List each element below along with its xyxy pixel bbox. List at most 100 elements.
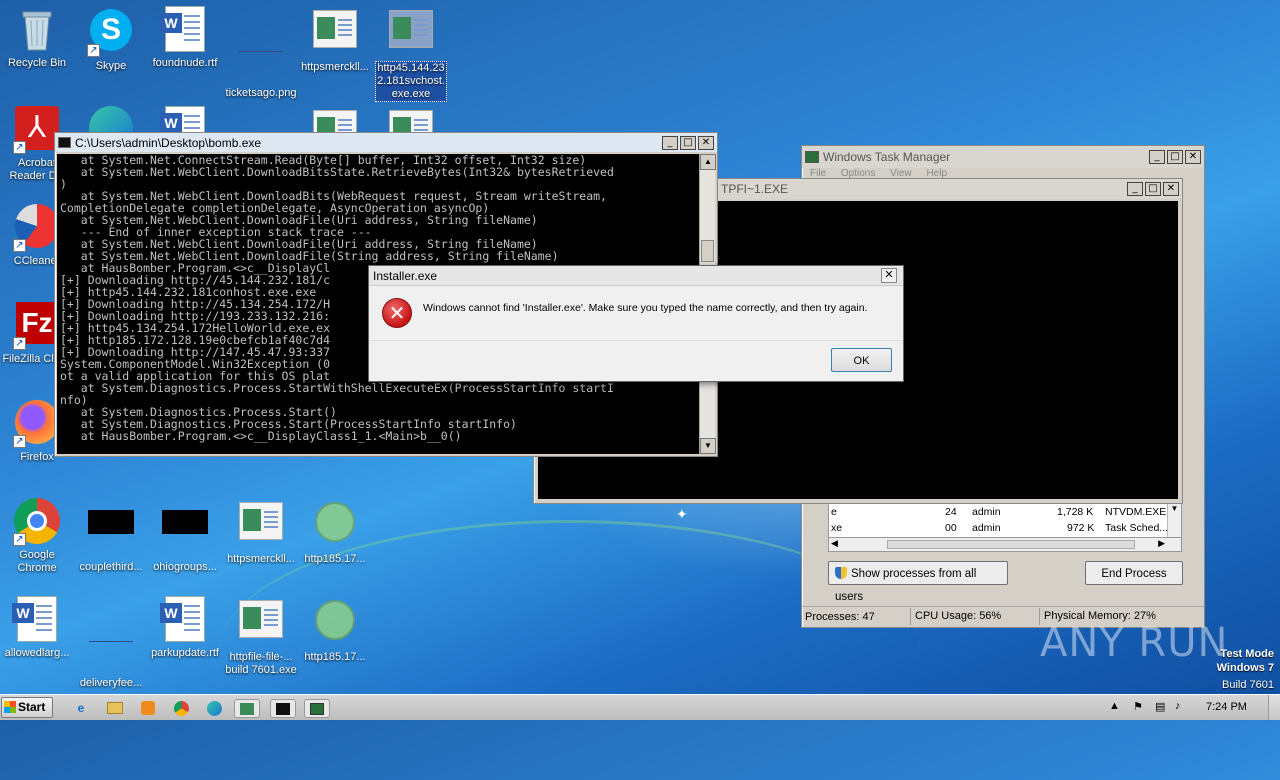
desktop-icon-label: Google Chrome xyxy=(17,549,57,574)
desktop-icon-couplethird[interactable]: couplethird... xyxy=(74,498,148,574)
minimize-button[interactable]: _ xyxy=(1149,150,1165,164)
volume-icon[interactable]: ♪ xyxy=(1175,700,1181,712)
close-icon[interactable]: ✕ xyxy=(881,268,897,283)
recycle-bin-icon xyxy=(13,6,61,54)
desktop-icon-chrome[interactable]: ↗ Google Chrome xyxy=(0,498,74,575)
desktop-icon-skype[interactable]: S ↗ Skype xyxy=(74,6,148,73)
show-all-processes-button[interactable]: Show processes from all users xyxy=(828,561,1008,603)
table-row[interactable]: e 24 admin 1,728 K NTVDM.EXE xyxy=(829,504,1181,520)
error-dialog-title: Installer.exe xyxy=(373,269,438,283)
horizontal-scrollbar[interactable]: ◀ ▶ xyxy=(828,537,1182,552)
desktop-icon-allowedlarg[interactable]: W allowedlarg... xyxy=(0,596,74,660)
action-center-icon[interactable]: ⚑ xyxy=(1133,700,1143,713)
desktop-icon-label: httpsmerckll... xyxy=(227,553,295,565)
start-label: Start xyxy=(18,700,46,714)
minimize-button[interactable]: _ xyxy=(662,135,678,150)
executable-icon xyxy=(237,502,285,550)
ok-button-label: OK xyxy=(853,355,870,367)
file-explorer-icon[interactable] xyxy=(104,699,126,718)
desktop-icon-recycle-bin[interactable]: Recycle Bin xyxy=(0,6,74,70)
table-row[interactable]: xe 00 admin 972 K Task Sched... xyxy=(829,520,1181,536)
process-memory: 972 K xyxy=(1067,522,1095,534)
minimize-button[interactable]: _ xyxy=(1127,182,1143,196)
scroll-thumb[interactable] xyxy=(701,240,714,262)
desktop-icon-label: httpfile-file-... build 7601.exe xyxy=(225,651,297,676)
internet-explorer-icon[interactable]: e xyxy=(70,699,92,718)
ok-button[interactable]: OK xyxy=(831,348,892,372)
status-cpu: CPU Usage: 56% xyxy=(910,608,1005,625)
desktop-icon-ticketsago[interactable]: ticketsago.png xyxy=(224,6,298,100)
console-line: at System.Net.WebClient.DownloadBitsStat… xyxy=(60,165,614,179)
desktop-icon-svchost-exe[interactable]: http45.144.23 2.181svchost. exe.exe xyxy=(374,6,448,102)
console-icon xyxy=(58,137,71,148)
desktop-icon-label: http45.144.23 2.181svchost. exe.exe xyxy=(375,61,447,102)
desktop-icon-httpsmerckll-2[interactable]: httpsmerckll... xyxy=(224,498,298,566)
executable-icon xyxy=(311,10,359,58)
process-description: NTVDM.EXE xyxy=(1105,506,1167,518)
desktop-icon-foundnude[interactable]: W foundnude.rtf xyxy=(148,6,222,70)
desktop-icon-label: Recycle Bin xyxy=(7,57,67,69)
maximize-button[interactable]: □ xyxy=(680,135,696,150)
desktop-icon-ohiogroups[interactable]: ohiogroups... xyxy=(148,498,222,574)
error-dialog-titlebar[interactable]: Installer.exe ✕ xyxy=(369,266,903,286)
console-line: at System.Diagnostics.Process.StartWithS… xyxy=(60,381,614,395)
tray-expand-icon[interactable]: ▲ xyxy=(1109,700,1120,712)
scroll-up-icon[interactable]: ▲ xyxy=(700,154,716,170)
process-user: admin xyxy=(972,522,1001,534)
media-player-icon[interactable] xyxy=(137,699,159,718)
desktop-icon-deliveryfee[interactable]: deliveryfee... xyxy=(74,596,148,690)
desktop-icon-httpfile[interactable]: httpfile-file-... build 7601.exe xyxy=(224,596,298,677)
desktop-icon-httpsmerckll[interactable]: httpsmerckll... xyxy=(298,6,372,74)
process-user: admin xyxy=(972,506,1001,518)
scroll-down-icon[interactable]: ▼ xyxy=(700,438,716,454)
windows-logo-icon xyxy=(4,701,16,713)
desktop-icon-label: httpsmerckll... xyxy=(301,61,369,73)
end-process-button[interactable]: End Process xyxy=(1085,561,1183,585)
task-manager-titlebar[interactable]: Windows Task Manager _ □ ✕ xyxy=(802,146,1204,168)
error-message: Windows cannot find 'Installer.exe'. Mak… xyxy=(423,302,868,314)
error-dialog[interactable]: Installer.exe ✕ ✕ Windows cannot find 'I… xyxy=(368,265,904,382)
close-button[interactable]: ✕ xyxy=(1185,150,1201,164)
taskbar-app-icon[interactable] xyxy=(234,699,260,718)
desktop-icon-label: parkupdate.rtf xyxy=(151,647,219,659)
scroll-right-icon[interactable]: ▶ xyxy=(1158,538,1165,549)
maximize-button[interactable]: □ xyxy=(1145,182,1161,196)
task-manager-taskbar-icon[interactable] xyxy=(304,699,330,718)
desktop-icon-label: ohiogroups... xyxy=(153,561,217,573)
taskbar: Start e ▲ ⚑ ▤ ♪ 7:24 PM xyxy=(0,694,1280,720)
green-circle-icon xyxy=(311,502,359,550)
clock[interactable]: 7:24 PM xyxy=(1206,701,1247,713)
desktop-icon-http185-1[interactable]: http185.17... xyxy=(298,498,372,566)
word-document-icon: W xyxy=(160,596,209,644)
close-button[interactable]: ✕ xyxy=(1163,182,1179,196)
desktop-icon-parkupdate[interactable]: W parkupdate.rtf xyxy=(148,596,222,660)
test-mode-label: Test Mode xyxy=(1220,648,1274,660)
scroll-left-icon[interactable]: ◀ xyxy=(831,538,838,549)
desktop-icon-label: ticketsago.png xyxy=(225,87,297,99)
scroll-thumb[interactable] xyxy=(887,540,1135,549)
process-name: xe xyxy=(831,522,843,534)
desktop-icon-label: foundnude.rtf xyxy=(152,57,218,69)
taskbar-console-icon[interactable] xyxy=(270,699,296,718)
wallpaper-sparkle-icon: ✦ xyxy=(676,506,688,522)
desktop-icon-http185-2[interactable]: http185.17... xyxy=(298,596,372,664)
network-icon[interactable]: ▤ xyxy=(1155,700,1165,713)
process-description: Task Sched... xyxy=(1105,522,1169,534)
show-desktop-button[interactable] xyxy=(1268,695,1280,720)
error-icon: ✕ xyxy=(382,298,412,328)
desktop-icon-label: deliveryfee... xyxy=(79,677,143,689)
start-button[interactable]: Start xyxy=(1,697,53,718)
system-tray: ▲ ⚑ ▤ ♪ xyxy=(1105,698,1195,718)
chrome-icon: ↗ xyxy=(13,498,61,546)
image-file-icon xyxy=(237,36,285,84)
executable-icon xyxy=(387,10,435,58)
chrome-taskbar-icon[interactable] xyxy=(170,699,192,718)
close-button[interactable]: ✕ xyxy=(698,135,714,150)
word-document-icon: W xyxy=(12,596,61,644)
desktop-icon-label: couplethird... xyxy=(79,561,143,573)
edge-taskbar-icon[interactable] xyxy=(203,699,225,718)
bomb-console-titlebar[interactable]: C:\Users\admin\Desktop\bomb.exe _ □ ✕ xyxy=(55,133,717,152)
image-file-icon xyxy=(87,626,135,674)
vertical-scrollbar[interactable]: ▼ xyxy=(1167,504,1181,540)
maximize-button[interactable]: □ xyxy=(1167,150,1183,164)
